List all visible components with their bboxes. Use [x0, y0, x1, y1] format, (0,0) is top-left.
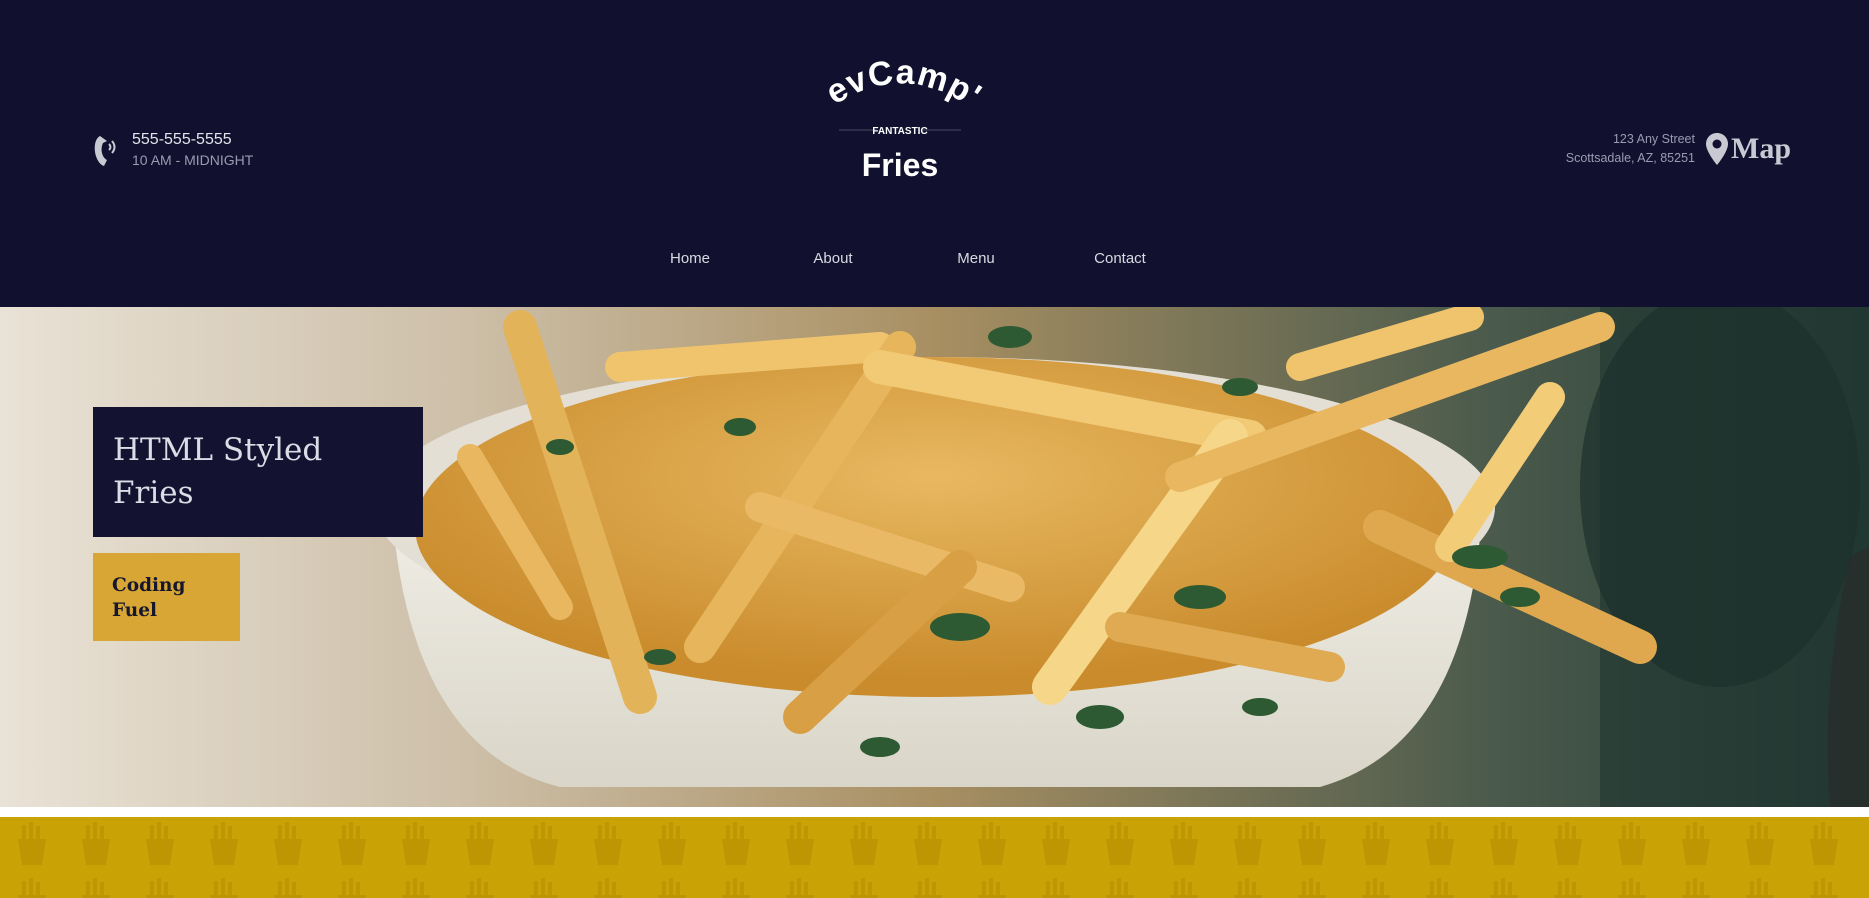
- map-label: Map: [1731, 132, 1791, 165]
- main-nav: Home About Menu Contact: [0, 250, 1869, 280]
- hero-title-box: HTML Styled Fries: [93, 407, 423, 537]
- fries-pattern-icon: [0, 817, 1869, 898]
- site-header: 555-555-5555 10 AM - MIDNIGHT DevCamp's …: [0, 0, 1869, 307]
- nav-about[interactable]: About: [783, 250, 883, 267]
- address-city: Scottsadale, AZ, 85251: [1565, 151, 1695, 165]
- hero-tag: Coding Fuel: [112, 575, 186, 621]
- nav-home[interactable]: Home: [640, 250, 740, 267]
- map-link[interactable]: Map: [1705, 132, 1791, 166]
- phone-contact: 555-555-5555 10 AM - MIDNIGHT: [92, 130, 253, 170]
- svg-text:DevCamp's: DevCamp's: [805, 50, 988, 115]
- site-logo[interactable]: DevCamp's FANTASTIC Fries: [805, 50, 995, 190]
- address-street: 123 Any Street: [1612, 132, 1695, 146]
- hero-title: HTML Styled Fries: [113, 432, 323, 511]
- phone-details: 555-555-5555 10 AM - MIDNIGHT: [132, 130, 253, 170]
- phone-number[interactable]: 555-555-5555: [132, 130, 253, 150]
- nav-menu[interactable]: Menu: [926, 250, 1026, 267]
- location-contact: 123 Any Street Scottsadale, AZ, 85251 Ma…: [1566, 130, 1791, 168]
- business-hours: 10 AM - MIDNIGHT: [132, 152, 254, 168]
- nav-contact[interactable]: Contact: [1070, 250, 1170, 267]
- address: 123 Any Street Scottsadale, AZ, 85251: [1566, 130, 1695, 168]
- map-pin-icon: [1706, 133, 1728, 165]
- fries-photo: [0, 307, 1869, 807]
- phone-icon: [94, 136, 116, 166]
- section-divider: [0, 807, 1869, 817]
- logo-middle-text: FANTASTIC: [872, 126, 927, 137]
- hero-section: HTML Styled Fries Coding Fuel: [0, 307, 1869, 807]
- hero-tag-box: Coding Fuel: [93, 553, 240, 641]
- fries-pattern-band: [0, 817, 1869, 898]
- logo-bottom-text: Fries: [862, 147, 938, 183]
- logo-top-text: DevCamp's: [805, 50, 987, 115]
